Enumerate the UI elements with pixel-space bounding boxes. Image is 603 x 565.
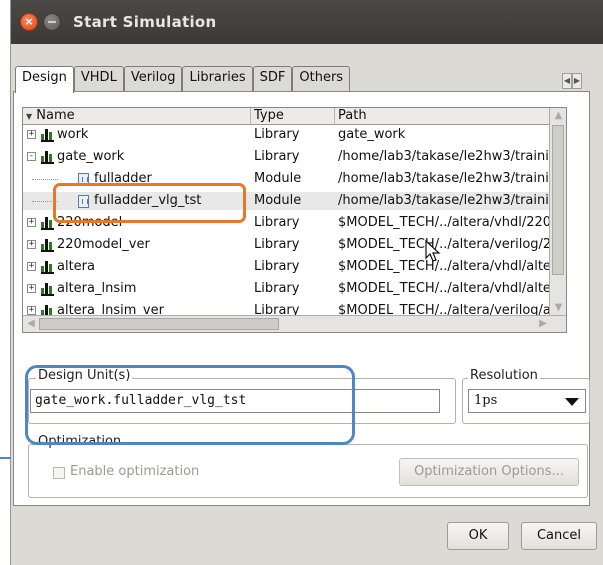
tree-row[interactable]: - gate_work Library/home/lab3/takase/le2hw…	[23, 148, 566, 166]
row-path: $MODEL_TECH/../altera/verilog/2	[338, 237, 550, 252]
tree-row[interactable]: + work Library gate_work	[23, 126, 566, 144]
tree-connector	[32, 179, 58, 180]
row-type: Module	[254, 171, 302, 186]
close-icon[interactable]: ×	[20, 13, 38, 31]
row-type: Library	[254, 127, 300, 142]
library-icon	[41, 129, 54, 142]
library-icon	[41, 239, 54, 252]
library-icon	[41, 217, 54, 230]
resolution-select[interactable]: 1ps	[468, 389, 586, 413]
tree-row[interactable]: + altera Library $MODEL_TECH/../altera/vhdl…	[23, 258, 566, 276]
row-type: Library	[254, 237, 300, 252]
scroll-left-icon[interactable]: ◀	[24, 317, 38, 331]
resolution-label: Resolution	[468, 368, 540, 383]
expand-icon[interactable]: +	[27, 284, 36, 293]
tree-row[interactable]: + altera_lnsim Library $MODEL_TECH/../alter…	[23, 280, 566, 298]
row-type: Library	[254, 149, 300, 164]
collapse-icon[interactable]: -	[27, 152, 36, 161]
row-type: Module	[254, 193, 302, 208]
library-icon	[41, 261, 54, 274]
row-path: /home/lab3/takase/le2hw3/training	[338, 193, 550, 208]
resolution-value: 1ps	[474, 393, 498, 408]
row-path: /home/lab3/takase/le2hw3/training	[338, 149, 550, 164]
tab-sdf[interactable]: SDF	[252, 66, 293, 92]
library-icon	[41, 151, 54, 164]
blue-pointer-line	[0, 457, 11, 459]
tab-scroll-left-icon[interactable]: ◀	[562, 73, 572, 89]
row-path: $MODEL_TECH/../altera/vhdl/alte	[338, 281, 550, 296]
tab-others[interactable]: Others	[292, 66, 351, 92]
tree-horizontal-scrollbar[interactable]: ◀ ▶	[23, 315, 566, 332]
row-type: Library	[254, 215, 300, 230]
row-path: /home/lab3/takase/le2hw3/training	[338, 171, 550, 186]
row-name: altera_lnsim	[57, 281, 137, 296]
expand-icon[interactable]: +	[27, 218, 36, 227]
minimize-icon[interactable]	[43, 13, 61, 31]
column-path-header[interactable]: Path	[335, 108, 551, 125]
column-name-header[interactable]: ▼ Name	[23, 108, 251, 125]
row-path: gate_work	[338, 127, 406, 142]
window-title: Start Simulation	[73, 13, 217, 31]
row-name: gate_work	[57, 149, 125, 164]
tab-verilog[interactable]: Verilog	[123, 66, 183, 92]
expand-icon[interactable]: +	[27, 240, 36, 249]
scroll-right-icon[interactable]: ▶	[536, 317, 550, 331]
tab-scroll: ◀ ▶	[562, 73, 582, 89]
tab-bar: Design VHDL Verilog Libraries SDF Others	[15, 66, 351, 93]
scroll-down-icon[interactable]: ▼	[551, 301, 566, 315]
row-name: work	[57, 127, 89, 142]
enable-optimization-label: Enable optimization	[70, 464, 200, 479]
cancel-button[interactable]: Cancel	[521, 522, 597, 550]
sort-down-icon: ▼	[26, 112, 33, 121]
titlebar: × Start Simulation	[11, 0, 603, 44]
column-type-header[interactable]: Type	[251, 108, 335, 125]
expand-icon[interactable]: +	[27, 262, 36, 271]
orange-highlight-annotation	[53, 183, 246, 223]
row-type: Library	[254, 281, 300, 296]
tree-header: ▼ Name Type Path	[23, 108, 566, 125]
tab-libraries[interactable]: Libraries	[182, 66, 253, 92]
row-name: altera	[57, 259, 95, 274]
optimization-options-button[interactable]: Optimization Options...	[399, 458, 579, 486]
horizontal-scroll-thumb[interactable]	[39, 318, 279, 330]
expand-icon[interactable]: +	[27, 130, 36, 139]
row-name: 220model_ver	[57, 237, 150, 252]
dropdown-arrow-icon[interactable]	[565, 398, 579, 406]
enable-optimization-checkbox[interactable]	[53, 467, 65, 479]
tab-scroll-right-icon[interactable]: ▶	[572, 73, 582, 89]
scroll-up-icon[interactable]: ▲	[551, 109, 566, 123]
expand-icon[interactable]: +	[27, 306, 36, 315]
blue-highlight-annotation	[25, 365, 355, 445]
ok-button[interactable]: OK	[447, 522, 509, 550]
mouse-cursor-icon	[425, 240, 441, 262]
row-path: $MODEL_TECH/../altera/vhdl/220	[338, 215, 550, 230]
tree-row[interactable]: +220model_ver Library $MODEL_TECH/../alter…	[23, 236, 566, 254]
tab-design[interactable]: Design	[15, 66, 74, 93]
tree-vertical-scrollbar[interactable]: ▲ ▼	[549, 108, 566, 316]
library-icon	[41, 283, 54, 296]
vertical-scroll-thumb[interactable]	[552, 125, 564, 275]
row-type: Library	[254, 259, 300, 274]
tab-vhdl[interactable]: VHDL	[73, 66, 124, 92]
row-path: $MODEL_TECH/../altera/vhdl/alte	[338, 259, 550, 274]
